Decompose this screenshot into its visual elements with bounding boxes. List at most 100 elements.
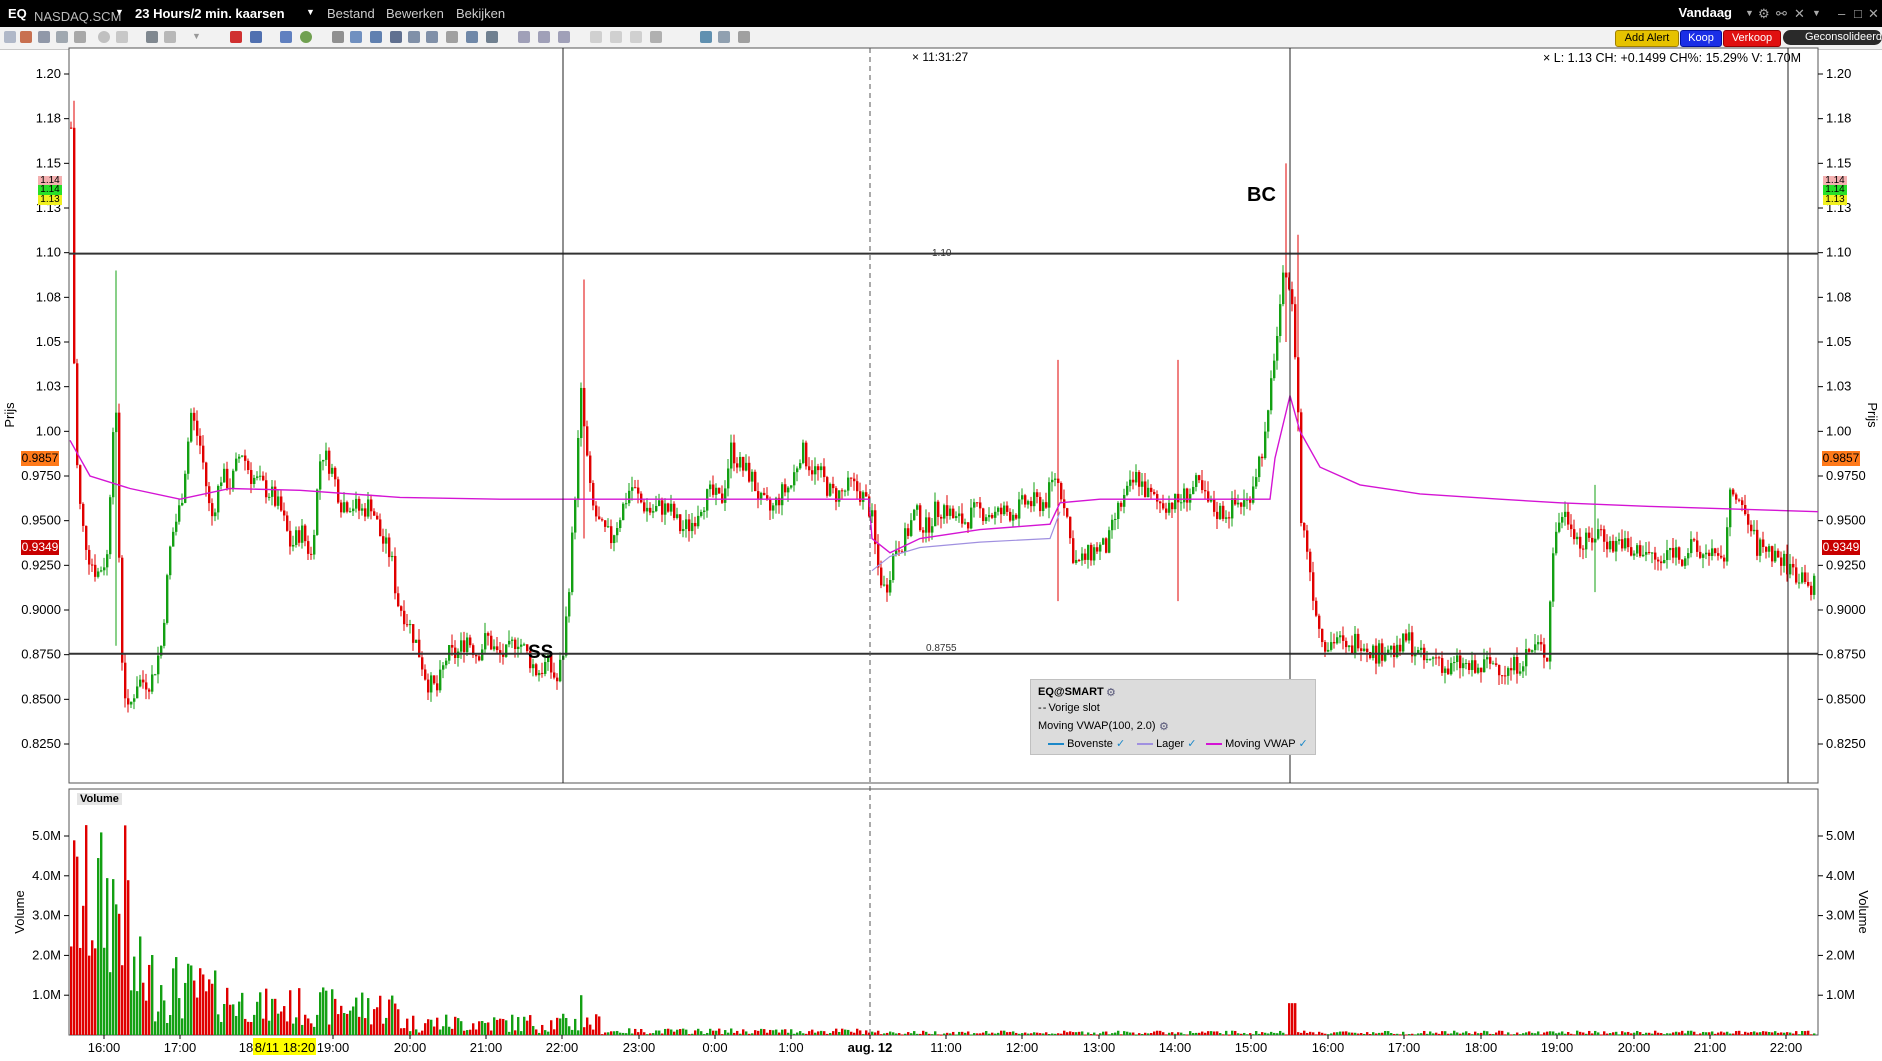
- candle-body: [361, 508, 364, 511]
- legend-item-lower[interactable]: Lager ✓: [1137, 737, 1196, 750]
- candle-body: [799, 463, 802, 469]
- candle-body: [1198, 475, 1201, 481]
- volume-bar: [1219, 1032, 1222, 1035]
- volume-bar: [1615, 1031, 1618, 1035]
- candle-body: [73, 127, 76, 364]
- volume-bar: [919, 1033, 922, 1035]
- volume-tick-label: 4.0M: [32, 868, 61, 883]
- volume-bar: [286, 1021, 289, 1035]
- volume-bar: [583, 1027, 586, 1035]
- candle-body: [1807, 581, 1810, 586]
- volume-bar: [1576, 1030, 1579, 1035]
- candle-body: [1204, 490, 1207, 492]
- volume-bar: [604, 1032, 607, 1035]
- volume-bar: [259, 992, 262, 1035]
- candle-body: [364, 508, 367, 517]
- volume-bar: [160, 985, 163, 1035]
- price-tick-label: 1.08: [36, 289, 61, 304]
- candle-body: [1315, 600, 1318, 616]
- volume-bar: [481, 1021, 484, 1035]
- last-price-badge-left: 0.9857: [21, 451, 59, 466]
- volume-bar: [865, 1030, 868, 1035]
- volume-bar: [388, 999, 391, 1035]
- candle-body: [298, 530, 301, 543]
- legend-item-upper[interactable]: Bovenste ✓: [1048, 737, 1125, 750]
- volume-bar: [688, 1034, 691, 1036]
- candle-body: [583, 387, 586, 427]
- candle-body: [1003, 505, 1006, 515]
- candle-body: [1450, 663, 1453, 675]
- volume-bar: [943, 1033, 946, 1035]
- volume-bar: [421, 1030, 424, 1035]
- candle-body: [1612, 540, 1615, 552]
- price-tick-label: 0.9750: [1826, 468, 1866, 483]
- candle-body: [1189, 494, 1192, 503]
- indicator-settings-icon[interactable]: ⚙: [1159, 720, 1169, 733]
- volume-bar: [1069, 1031, 1072, 1035]
- candle-body: [280, 496, 283, 511]
- volume-bar: [1798, 1034, 1801, 1036]
- volume-bar: [874, 1032, 877, 1035]
- volume-bar: [490, 1030, 493, 1035]
- volume-bar: [1546, 1031, 1549, 1035]
- candle-body: [112, 432, 115, 498]
- volume-bar: [1087, 1032, 1090, 1035]
- volume-bar: [691, 1033, 694, 1035]
- volume-bar: [538, 1032, 541, 1035]
- volume-bar: [448, 1026, 451, 1035]
- candle-body: [604, 520, 607, 527]
- candle-body: [313, 534, 316, 555]
- candle-body: [382, 536, 385, 544]
- volume-bar: [1315, 1034, 1318, 1036]
- candle-body: [196, 420, 199, 436]
- candle-body: [1225, 517, 1228, 519]
- candle-body: [1531, 650, 1534, 652]
- volume-bar: [1294, 1003, 1297, 1035]
- volume-bar: [613, 1031, 616, 1035]
- volume-bar: [1540, 1034, 1543, 1036]
- candle-body: [1573, 529, 1576, 540]
- candle-body: [1774, 550, 1777, 562]
- volume-bar: [412, 1015, 415, 1035]
- volume-bar: [952, 1031, 955, 1035]
- candle-body: [1309, 551, 1312, 573]
- candle-body: [1459, 655, 1462, 669]
- volume-bar: [415, 1029, 418, 1035]
- candle-body: [1249, 499, 1252, 503]
- volume-bar: [1477, 1033, 1480, 1035]
- check-icon[interactable]: ✓: [1116, 738, 1125, 750]
- candle-body: [484, 633, 487, 650]
- volume-bar: [247, 1021, 250, 1035]
- volume-bar: [1639, 1032, 1642, 1035]
- candle-body: [1000, 507, 1003, 515]
- candle-body: [1303, 522, 1306, 531]
- candle-body: [922, 530, 925, 533]
- candle-body: [226, 468, 229, 489]
- volume-bar: [256, 1001, 259, 1035]
- check-icon[interactable]: ✓: [1298, 738, 1307, 750]
- candle-body: [805, 442, 808, 467]
- volume-bar: [1345, 1031, 1348, 1035]
- volume-bar: [571, 1029, 574, 1035]
- volume-bar: [961, 1031, 964, 1035]
- indicator-legend[interactable]: EQ@SMART ⚙ - - Vorige slot Moving VWAP(1…: [1030, 679, 1316, 755]
- candle-body: [1810, 585, 1813, 595]
- legend-settings-icon[interactable]: ⚙: [1106, 686, 1116, 699]
- x-tick-label: 1:00: [778, 1040, 803, 1055]
- candle-body: [1138, 472, 1141, 487]
- candle-body: [1267, 410, 1270, 432]
- candle-body: [286, 515, 289, 531]
- volume-bar: [508, 1031, 511, 1035]
- volume-bar: [496, 1019, 499, 1035]
- volume-bar: [1513, 1034, 1516, 1036]
- candle-body: [1501, 675, 1504, 677]
- volume-tick-label: 5.0M: [32, 828, 61, 843]
- price-chart[interactable]: 1.20 1.20 1.18 1.18 1.15 1.15 1.13 1.13 1.10 1.10…: [0, 0, 1882, 1061]
- volume-bar: [1297, 1032, 1300, 1035]
- check-icon[interactable]: ✓: [1187, 738, 1196, 750]
- candle-body: [856, 481, 859, 492]
- candle-body: [538, 672, 541, 676]
- candle-body: [670, 503, 673, 512]
- legend-item-vwap[interactable]: Moving VWAP ✓: [1206, 737, 1308, 750]
- candle-body: [208, 486, 211, 504]
